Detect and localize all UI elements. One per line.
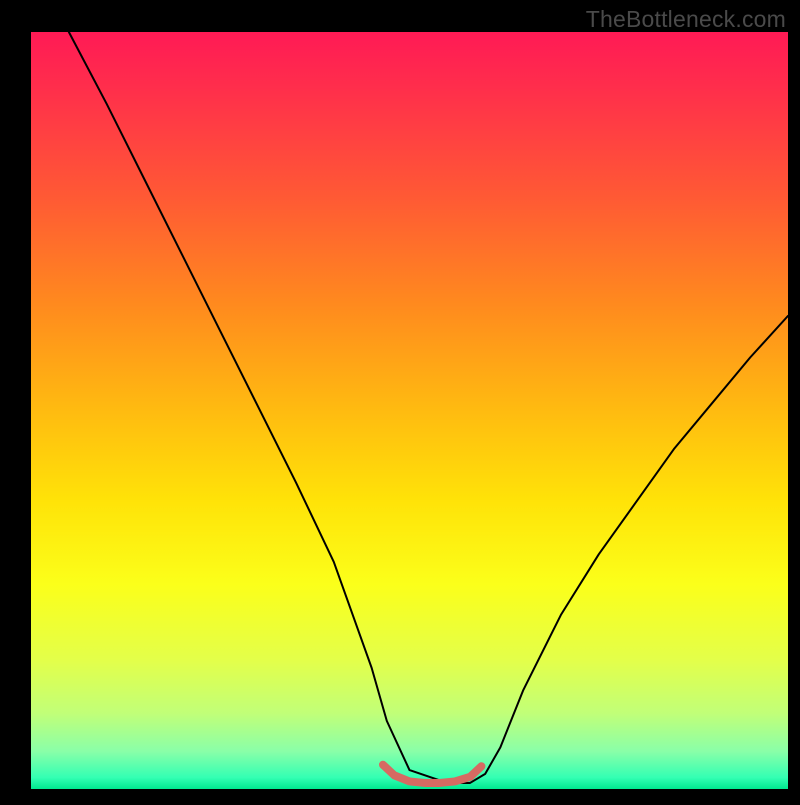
chart-svg: [0, 0, 800, 800]
watermark-text: TheBottleneck.com: [586, 6, 786, 33]
plot-background: [31, 32, 788, 789]
chart-container: [0, 0, 800, 800]
